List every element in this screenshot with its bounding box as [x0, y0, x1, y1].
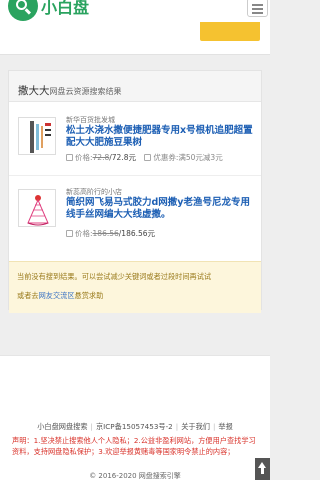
shop-name[interactable]: 新蕊高阶行的小店: [66, 187, 122, 197]
product-thumbnail[interactable]: [18, 117, 56, 155]
results-panel: 撒大大网盘云资源搜索结果 新华百货批发城 松土水浇水撒便捷肥器专用x号根机追肥超…: [8, 70, 262, 313]
site-brand[interactable]: 小白盘: [41, 0, 89, 16]
no-results-notice: 当前没有搜到结果。可以尝试减少关键词或者过段时间再试试 或者去网友交流区悬赏求助: [9, 261, 261, 313]
footer-link-about[interactable]: 关于我们: [181, 422, 210, 431]
coupon-text: 满50元减3元: [178, 153, 223, 162]
price-row: 价格:186.56/186.56元: [66, 228, 155, 239]
back-to-top-button[interactable]: [255, 458, 270, 480]
results-heading: 撒大大网盘云资源搜索结果: [9, 71, 261, 102]
notice-help: 或者去网友交流区悬赏求助: [17, 291, 104, 300]
footer-link-report[interactable]: 举报: [218, 422, 232, 431]
price-row: 价格:72.8/72.8元 优惠券:满50元减3元: [66, 152, 223, 163]
copyright: © 2016-2020 网盘搜索引擎: [89, 472, 181, 480]
result-item[interactable]: 新蕊高阶行的小店 简织网飞易马式胶力d网撒y老渔号尼龙专用线手丝网编大大线虚撒。…: [9, 181, 261, 257]
shop-name[interactable]: 新华百货批发城: [66, 115, 115, 125]
search-keyword: 撒大大: [18, 85, 50, 97]
menu-button[interactable]: [247, 0, 268, 17]
footer: 小白盘网盘搜索 | 京ICP备15057453号-2 | 关于我们 | 举报 声明：1.坚决…: [0, 355, 270, 480]
header: 小白盘: [0, 0, 270, 22]
product-title[interactable]: 松土水浇水撒便捷肥器专用x号根机追肥超置配大大肥施豆果树: [66, 125, 254, 149]
results-title: 网盘云资源搜索结果: [49, 87, 122, 96]
hamburger-menu-icon: [252, 4, 263, 6]
product-thumbnail[interactable]: [18, 189, 56, 227]
current-price: /186.56元: [118, 229, 156, 238]
footer-link-home[interactable]: 小白盘网盘搜索: [37, 422, 87, 431]
footer-links: 小白盘网盘搜索 | 京ICP备15057453号-2 | 关于我们 | 举报: [37, 422, 233, 431]
current-price: /72.8元: [109, 153, 136, 162]
price-tag-icon: [66, 154, 73, 161]
price-tag-icon: [66, 230, 73, 237]
divider: [9, 175, 261, 176]
search-area: [0, 22, 270, 55]
logo-search-icon[interactable]: [8, 0, 38, 21]
forum-link[interactable]: 网友交流区: [39, 291, 75, 300]
coupon-icon: [144, 154, 152, 161]
search-button[interactable]: [200, 22, 260, 41]
disclaimer: 声明：1.坚决禁止搜索他人个人隐私；2.公益非盈利网站，方便用户查找学习资料，支…: [12, 436, 256, 456]
notice-text: 当前没有搜到结果。可以尝试减少关键词或者过段时间再试试: [17, 272, 212, 281]
result-item[interactable]: 新华百货批发城 松土水浇水撒便捷肥器专用x号根机追肥超置配大大肥施豆果树 价格:…: [9, 109, 261, 185]
footer-link-icp[interactable]: 京ICP备15057453号-2: [96, 422, 173, 431]
original-price: 72.8: [92, 153, 110, 162]
original-price: 186.56: [92, 229, 119, 238]
product-title[interactable]: 简织网飞易马式胶力d网撒y老渔号尼龙专用线手丝网编大大线虚撒。: [66, 197, 254, 221]
